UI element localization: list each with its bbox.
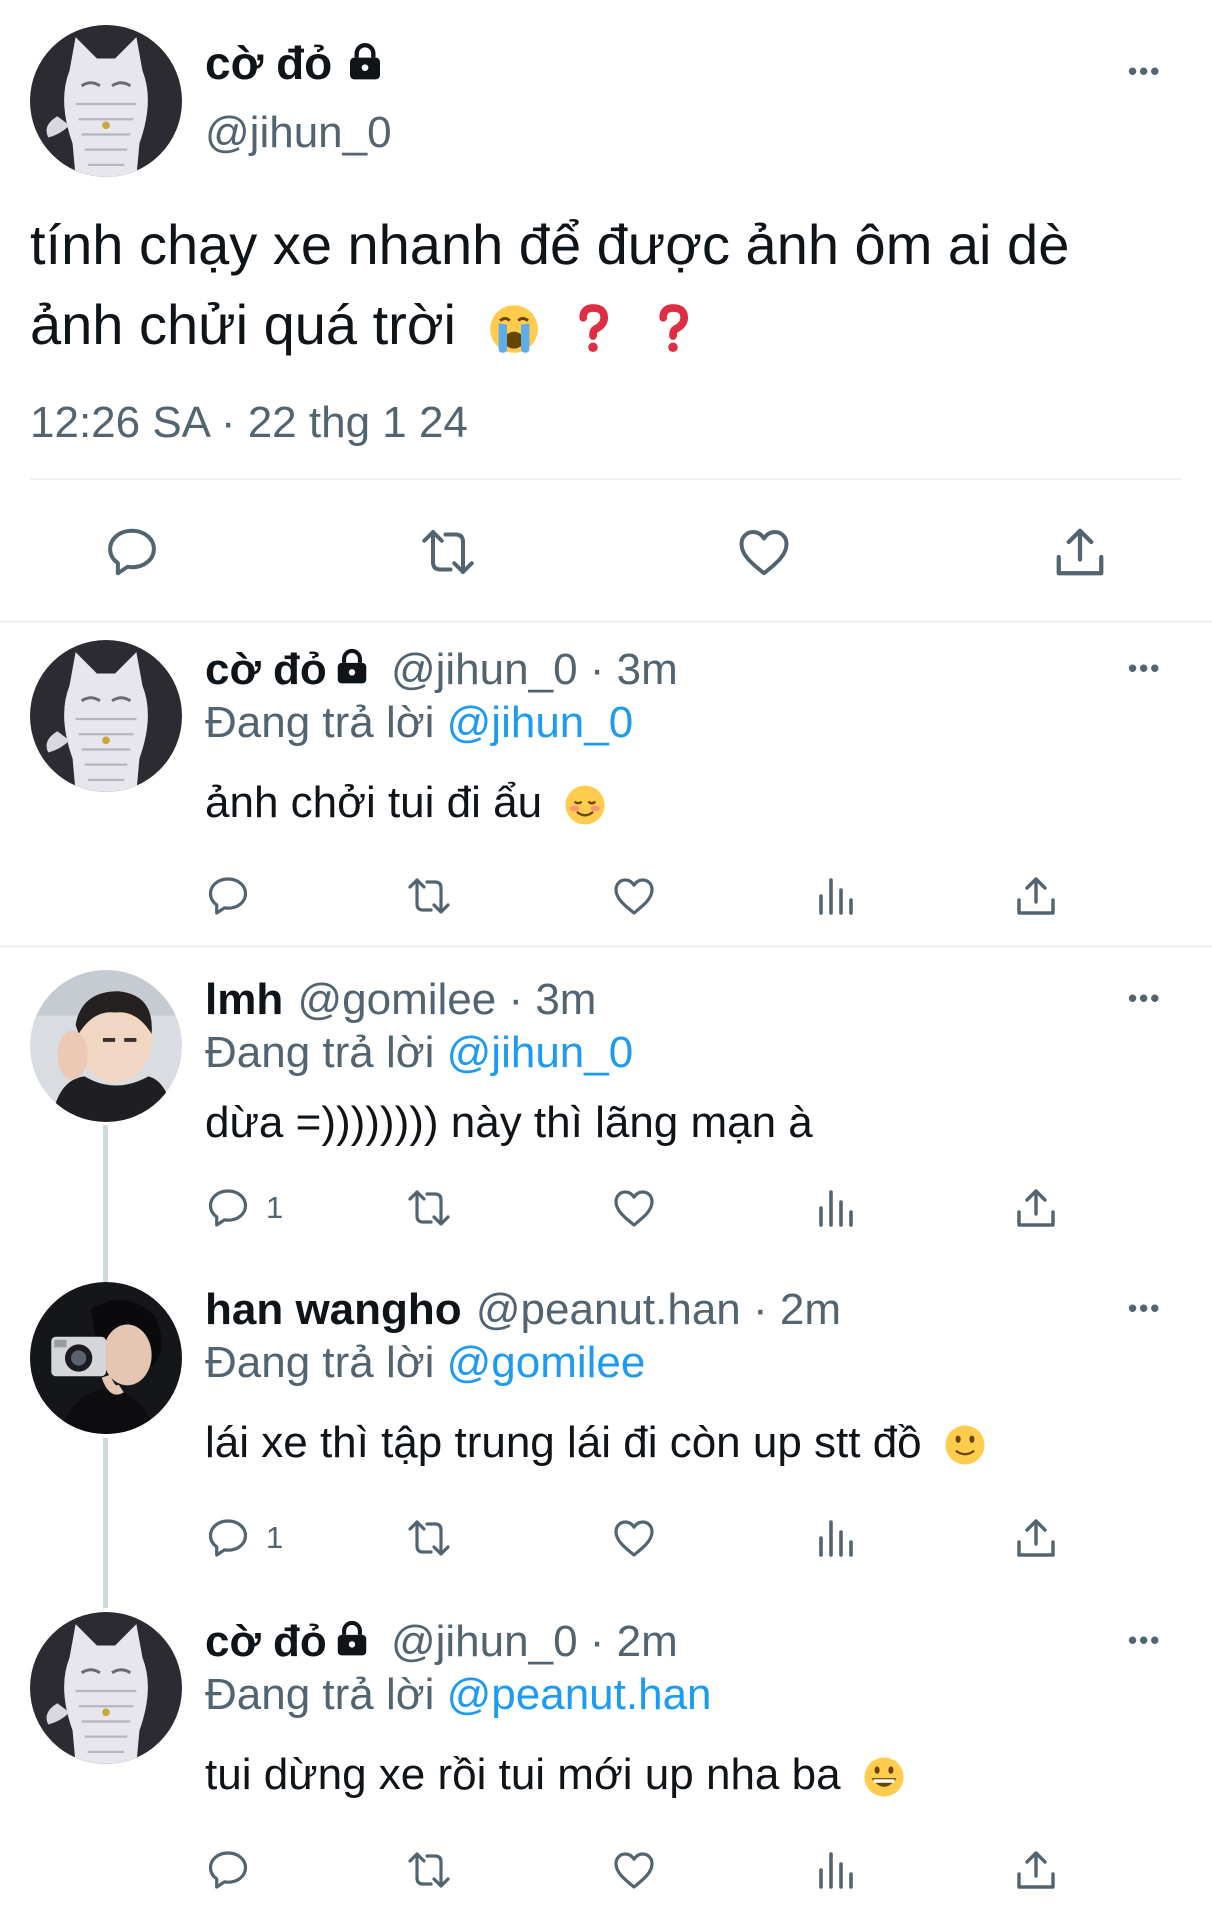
slightly-smiling-face-emoji xyxy=(942,1422,988,1468)
more-icon[interactable]: ••• xyxy=(1128,58,1161,84)
like-icon[interactable] xyxy=(610,872,658,920)
tweet-text: ảnh chởi tui đi ẩu xyxy=(205,778,608,828)
tweet-text-line-2: ảnh chửi quá trời xyxy=(30,285,1069,365)
reply-icon[interactable] xyxy=(204,1184,252,1232)
red-question-mark-emoji xyxy=(565,301,621,357)
retweet-icon[interactable] xyxy=(405,872,453,920)
more-icon[interactable]: ••• xyxy=(1128,1627,1161,1653)
handle-time[interactable]: @peanut.han · 2m xyxy=(476,1285,841,1334)
thread-line xyxy=(103,1125,108,1295)
handle[interactable]: @jihun_0 xyxy=(205,108,392,158)
display-name[interactable]: lmh xyxy=(205,975,283,1024)
retweet-icon[interactable] xyxy=(405,1514,453,1562)
retweet-icon[interactable] xyxy=(405,1846,453,1894)
tweet-text: dừa =)))))))) này thì lãng mạn à xyxy=(205,1098,813,1147)
mention-link[interactable]: @jihun_0 xyxy=(447,1028,634,1077)
divider xyxy=(30,478,1182,480)
reply-icon[interactable] xyxy=(204,1514,252,1562)
tweet-text-line-1: tính chạy xe nhanh để được ảnh ôm ai dè xyxy=(30,213,1070,276)
share-icon[interactable] xyxy=(1050,522,1110,582)
tweet-text: tui dừng xe rồi tui mới up nha ba xyxy=(205,1750,907,1800)
share-icon[interactable] xyxy=(1012,1184,1060,1232)
tweet-header: han wangho @peanut.han · 2m xyxy=(205,1285,841,1335)
avatar[interactable] xyxy=(30,970,182,1122)
replying-to: Đang trả lời @jihun_0 xyxy=(205,1028,634,1077)
loudly-crying-face-emoji xyxy=(486,301,542,357)
replying-to: Đang trả lời @jihun_0 xyxy=(205,698,634,747)
more-icon[interactable]: ••• xyxy=(1128,1295,1161,1321)
views-icon[interactable] xyxy=(812,1514,860,1562)
divider xyxy=(0,945,1212,948)
tweet-text: lái xe thì tập trung lái đi còn up stt đ… xyxy=(205,1418,988,1468)
avatar[interactable] xyxy=(30,25,182,177)
views-icon[interactable] xyxy=(812,1184,860,1232)
tweet-header: cờ đỏ @jihun_0 · 2m xyxy=(205,1617,678,1667)
avatar[interactable] xyxy=(30,640,182,792)
lock-icon xyxy=(333,647,371,685)
share-icon[interactable] xyxy=(1012,872,1060,920)
like-icon[interactable] xyxy=(734,522,794,582)
timestamp[interactable]: 12:26 SA · 22 thg 1 24 xyxy=(30,398,468,448)
like-icon[interactable] xyxy=(610,1514,658,1562)
display-name-text[interactable]: cờ đỏ xyxy=(205,37,332,89)
share-icon[interactable] xyxy=(1012,1846,1060,1894)
red-question-mark-emoji xyxy=(645,301,701,357)
smiling-face-emoji xyxy=(562,782,608,828)
replying-to: Đang trả lời @peanut.han xyxy=(205,1670,712,1719)
mention-link[interactable]: @peanut.han xyxy=(447,1670,712,1719)
retweet-icon[interactable] xyxy=(418,522,478,582)
retweet-icon[interactable] xyxy=(405,1184,453,1232)
mention-link[interactable]: @gomilee xyxy=(447,1338,646,1387)
more-icon[interactable]: ••• xyxy=(1128,655,1161,681)
thread-line xyxy=(103,1438,108,1608)
lock-icon xyxy=(333,1619,371,1657)
like-icon[interactable] xyxy=(610,1846,658,1894)
lock-icon xyxy=(345,41,385,81)
display-name[interactable]: han wangho xyxy=(205,1285,462,1334)
grinning-face-emoji xyxy=(861,1754,907,1800)
reply-count: 1 xyxy=(266,1520,284,1555)
avatar[interactable] xyxy=(30,1282,182,1434)
tweet-text: tính chạy xe nhanh để được ảnh ôm ai dè … xyxy=(30,205,1069,365)
handle-time[interactable]: @jihun_0 · 2m xyxy=(391,1617,678,1666)
display-name[interactable]: cờ đỏ xyxy=(205,1617,327,1666)
share-icon[interactable] xyxy=(1012,1514,1060,1562)
like-icon[interactable] xyxy=(610,1184,658,1232)
replying-to: Đang trả lời @gomilee xyxy=(205,1338,646,1387)
handle-time[interactable]: @jihun_0 · 3m xyxy=(391,645,678,694)
views-icon[interactable] xyxy=(812,1846,860,1894)
handle-time[interactable]: @gomilee · 3m xyxy=(297,975,596,1024)
more-icon[interactable]: ••• xyxy=(1128,985,1161,1011)
display-name[interactable]: cờ đỏ xyxy=(205,645,327,694)
reply-icon[interactable] xyxy=(204,1846,252,1894)
reply-count: 1 xyxy=(266,1190,284,1225)
reply-icon[interactable] xyxy=(102,522,162,582)
divider xyxy=(0,620,1212,623)
avatar[interactable] xyxy=(30,1612,182,1764)
tweet-header: lmh @gomilee · 3m xyxy=(205,975,596,1025)
reply-icon[interactable] xyxy=(204,872,252,920)
tweet-header: cờ đỏ @jihun_0 · 3m xyxy=(205,645,678,695)
display-name[interactable]: cờ đỏ xyxy=(205,36,385,90)
views-icon[interactable] xyxy=(812,872,860,920)
mention-link[interactable]: @jihun_0 xyxy=(447,698,634,747)
